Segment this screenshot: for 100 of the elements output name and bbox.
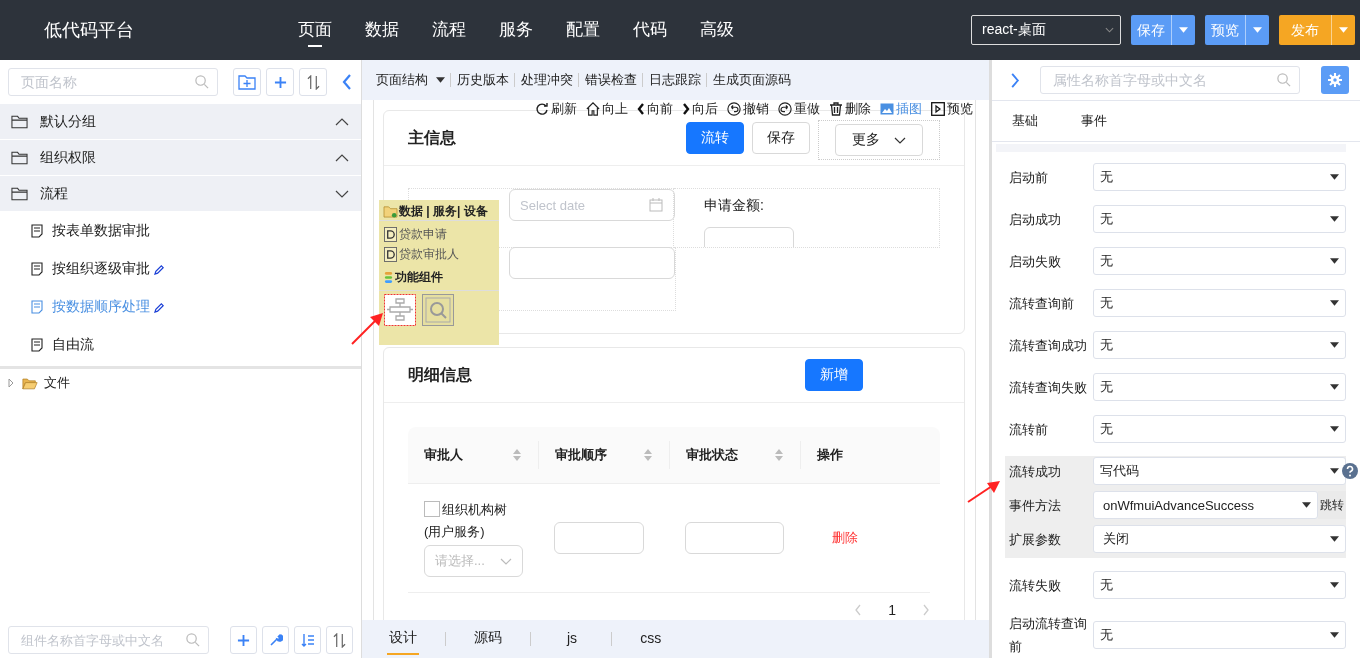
- event-select[interactable]: 无: [1093, 205, 1346, 233]
- advance-button[interactable]: 流转: [686, 122, 744, 154]
- editor-tab[interactable]: 设计: [387, 623, 419, 655]
- chevron-left-icon[interactable]: [854, 604, 863, 616]
- event-select[interactable]: 无: [1093, 247, 1346, 275]
- nav-tab[interactable]: 配置: [566, 13, 600, 47]
- menu-item[interactable]: 页面结构: [370, 73, 450, 87]
- tree-node[interactable]: 文件: [0, 369, 361, 397]
- event-select[interactable]: 无: [1093, 331, 1346, 359]
- event-select[interactable]: 无: [1093, 415, 1346, 443]
- sort-button[interactable]: [326, 626, 353, 654]
- caret-down-icon[interactable]: [1339, 27, 1348, 33]
- caret-down-icon[interactable]: [1179, 27, 1188, 33]
- sort-icon[interactable]: [512, 448, 522, 462]
- caret-down-icon[interactable]: [1253, 27, 1262, 33]
- group-header[interactable]: 流程: [0, 176, 361, 211]
- page-number[interactable]: 1: [888, 602, 896, 618]
- chevron-right-icon[interactable]: [922, 604, 930, 616]
- menu-item[interactable]: 日志跟踪: [642, 73, 706, 87]
- nav-tab[interactable]: 数据: [365, 13, 399, 47]
- order-field[interactable]: [554, 522, 645, 554]
- play-icon: [931, 102, 945, 116]
- trash-icon: [829, 102, 843, 116]
- menu-item[interactable]: 处理冲突: [514, 73, 578, 87]
- add-button[interactable]: 新增: [805, 359, 863, 391]
- data-source-item[interactable]: 贷款申请: [379, 224, 499, 244]
- toolbar-button[interactable]: 刷新: [535, 100, 577, 118]
- event-select[interactable]: 写代码: [1093, 457, 1346, 485]
- property-search-field[interactable]: 属性名称首字母或中文名: [1040, 66, 1300, 94]
- data-source-item[interactable]: 贷款审批人: [379, 244, 499, 264]
- checkbox[interactable]: [424, 501, 440, 517]
- property-tab[interactable]: 事件: [1081, 112, 1107, 130]
- sort-button[interactable]: [299, 68, 327, 96]
- jump-button[interactable]: 跳转: [1318, 491, 1346, 519]
- menu-item[interactable]: 生成页面源码: [706, 73, 796, 87]
- help-icon[interactable]: [1342, 463, 1358, 479]
- toolbar-button[interactable]: 向前: [637, 100, 673, 118]
- save-button[interactable]: 保存: [752, 122, 810, 154]
- component-search-field[interactable]: 组件名称首字母或中文名: [8, 626, 210, 654]
- event-label: 启动流转查询前: [1009, 615, 1088, 656]
- toolbar-button[interactable]: 预览: [931, 100, 973, 118]
- calendar-icon: [649, 198, 663, 212]
- page-search-field[interactable]: 页面名称: [8, 68, 218, 96]
- event-select[interactable]: 关闭: [1093, 525, 1346, 553]
- toolbar-button[interactable]: 删除: [829, 100, 871, 118]
- tree-label: 组织机构树(用户服务): [424, 500, 508, 541]
- redo-icon: [778, 102, 792, 116]
- event-select[interactable]: 无: [1093, 621, 1346, 649]
- sort-icon[interactable]: [774, 448, 784, 462]
- editor-tab[interactable]: 源码: [472, 623, 504, 655]
- event-select[interactable]: 无: [1093, 163, 1346, 191]
- caret-down-icon: [1330, 582, 1339, 588]
- column-header[interactable]: 审批状态: [670, 441, 801, 469]
- event-label: 流转成功: [1009, 462, 1062, 481]
- pencil-icon[interactable]: [154, 263, 165, 275]
- group-header[interactable]: 默认分组: [0, 104, 361, 139]
- toolbar-button[interactable]: 重做: [778, 100, 820, 118]
- page-item[interactable]: 按组织逐级审批: [0, 250, 361, 288]
- editor-tab[interactable]: css: [638, 624, 664, 654]
- add-button[interactable]: [230, 626, 258, 654]
- delete-link[interactable]: 删除: [831, 529, 858, 547]
- toolbar-button[interactable]: 撤销: [727, 100, 769, 118]
- column-header[interactable]: 审批人: [408, 441, 539, 469]
- page-item[interactable]: 自由流: [0, 326, 361, 364]
- event-select[interactable]: 无: [1093, 571, 1346, 599]
- toolbar-button[interactable]: 向上: [586, 100, 628, 118]
- event-select[interactable]: 无: [1093, 289, 1346, 317]
- date-field[interactable]: Select date: [509, 189, 675, 221]
- pencil-icon[interactable]: [154, 301, 165, 313]
- column-header[interactable]: 审批顺序: [539, 441, 670, 469]
- settings-button[interactable]: [1321, 66, 1349, 94]
- property-tab[interactable]: 基础: [1012, 112, 1038, 130]
- editor-tab[interactable]: js: [565, 624, 580, 654]
- nav-tab[interactable]: 代码: [633, 13, 667, 47]
- environment-select[interactable]: react-桌面: [971, 15, 1121, 45]
- status-field[interactable]: [684, 522, 784, 554]
- column-header[interactable]: 操作: [801, 441, 932, 469]
- magnifier-icon[interactable]: [422, 294, 454, 326]
- menu-item[interactable]: 历史版本: [450, 73, 514, 87]
- nav-tab[interactable]: 流程: [432, 13, 466, 47]
- chevron-left-icon[interactable]: [342, 74, 352, 90]
- toolbar-button[interactable]: 向后: [682, 100, 718, 118]
- list-order-button[interactable]: [294, 626, 322, 654]
- nav-tab[interactable]: 高级: [700, 13, 734, 47]
- nav-tab[interactable]: 页面: [298, 13, 332, 47]
- sort-icon[interactable]: [643, 448, 653, 462]
- nav-tab[interactable]: 服务: [499, 13, 533, 47]
- menu-item[interactable]: 错误检查: [578, 73, 642, 87]
- new-folder-button[interactable]: [233, 68, 261, 96]
- wrench-button[interactable]: [262, 626, 290, 654]
- group-header[interactable]: 组织权限: [0, 140, 361, 175]
- event-select[interactable]: onWfmuiAdvanceSuccess: [1093, 491, 1318, 519]
- text-field[interactable]: [509, 247, 675, 279]
- add-button[interactable]: [266, 68, 294, 96]
- more-button[interactable]: 更多: [835, 124, 923, 156]
- flowchart-icon[interactable]: [384, 294, 416, 326]
- event-label: 事件方法: [1009, 496, 1062, 515]
- chevron-right-icon[interactable]: [1010, 72, 1020, 88]
- event-select[interactable]: 无: [1093, 373, 1346, 401]
- page-item[interactable]: 按表单数据审批: [0, 212, 361, 250]
